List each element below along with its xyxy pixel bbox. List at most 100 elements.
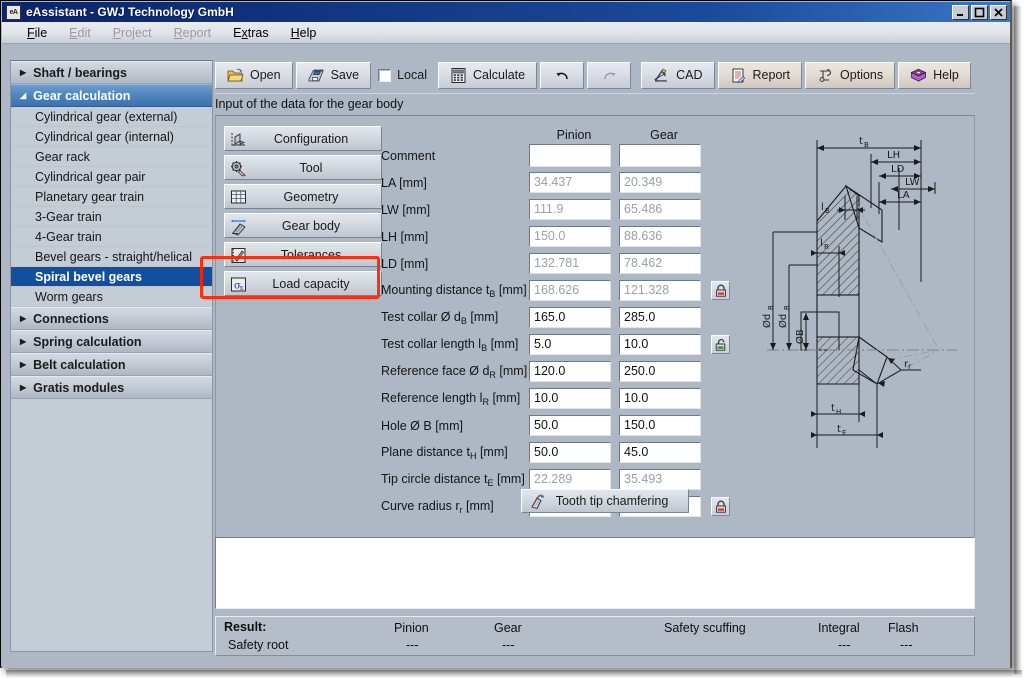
redo-button[interactable] [587,62,631,89]
input-plane-distance-gear[interactable]: 45.0 [619,442,701,463]
input-tip-circle-distance-pinion[interactable]: 22.289 [529,469,611,490]
sidebar-item-worm-gears[interactable]: Worm gears [11,287,212,307]
maximize-button[interactable] [971,5,988,20]
calculate-button[interactable]: Calculate [438,62,537,89]
tab-load-capacity[interactable]: σ x Load capacity [224,271,382,296]
tab-tolerances[interactable]: Tolerances [224,242,382,267]
input-reference-length-pinion[interactable]: 10.0 [529,388,611,409]
menu-report[interactable]: Report [163,24,223,42]
toolbar: Open Save Local [215,60,975,90]
input-reference-face-diameter-pinion[interactable]: 120.0 [529,361,611,382]
sidebar-group-connections[interactable]: ▶ Connections [11,307,212,330]
application-window: eA eAssistant - GWJ Technology GmbH File… [0,0,1012,668]
input-test-collar-diameter-gear[interactable]: 285.0 [619,307,701,328]
local-checkbox[interactable] [378,69,391,82]
tolerances-icon [229,246,248,265]
lock-button-mounting-distance[interactable] [711,281,730,300]
message-output-box[interactable] [215,537,975,609]
input-mounting-distance-pinion[interactable]: 168.626 [529,280,611,301]
svg-text:B: B [767,305,775,310]
input-la-pinion[interactable]: 34.437 [529,172,611,193]
sidebar-item-planetary-gear-train[interactable]: Planetary gear train [11,187,212,207]
sidebar-item-bevel-gears-straight-helical[interactable]: Bevel gears - straight/helical [11,247,212,267]
tab-gear-body[interactable]: Gear body [224,213,382,238]
help-button[interactable]: Help [898,62,971,89]
menu-extras[interactable]: Extras [222,24,279,42]
label-ld: LD [mm] [381,257,529,271]
close-button[interactable] [990,5,1007,20]
report-button[interactable]: Report [718,62,803,89]
sidebar-item-gear-rack[interactable]: Gear rack [11,147,212,167]
input-lw-gear[interactable]: 65.486 [619,199,701,220]
sidebar-group-gear-calculation[interactable]: ◢ Gear calculation [11,84,212,107]
input-hole-diameter-gear[interactable]: 150.0 [619,415,701,436]
svg-text:E: E [842,429,846,437]
input-test-collar-diameter-pinion[interactable]: 165.0 [529,307,611,328]
input-tip-circle-distance-gear[interactable]: 35.493 [619,469,701,490]
chevron-right-icon: ▶ [20,337,26,346]
svg-text:R: R [824,243,829,251]
open-button[interactable]: Open [215,62,293,89]
input-la-gear[interactable]: 20.349 [619,172,701,193]
result-value-integral: --- [838,638,851,652]
sidebar-group-gratis-modules[interactable]: ▶ Gratis modules [11,376,212,399]
cad-button[interactable]: CAD [641,62,714,89]
tab-configuration[interactable]: Configuration [224,126,382,151]
local-checkbox-group[interactable]: Local [374,68,435,82]
input-plane-distance-pinion[interactable]: 50.0 [529,442,611,463]
input-lw-pinion[interactable]: 111.9 [529,199,611,220]
sidebar-item-label: Spiral bevel gears [35,270,142,284]
input-reference-length-gear[interactable]: 10.0 [619,388,701,409]
options-button[interactable]: Options [805,62,895,89]
column-header-gear: Gear [619,128,709,142]
sidebar-item-4-gear-train[interactable]: 4-Gear train [11,227,212,247]
configuration-icon [229,130,248,149]
sidebar-item-label: Planetary gear train [35,190,144,204]
sidebar-item-spiral-bevel-gears[interactable]: Spiral bevel gears [11,267,212,287]
label-test-collar-diameter: Test collar Ø dB [mm] [381,310,529,326]
gear-body-icon [229,217,248,236]
input-lh-gear[interactable]: 88.636 [619,226,701,247]
sidebar-item-label: Cylindrical gear (internal) [35,130,174,144]
floppy-disk-icon [308,67,325,84]
input-test-collar-length-gear[interactable]: 10.0 [619,334,701,355]
input-ld-gear[interactable]: 78.462 [619,253,701,274]
input-comment-gear[interactable] [619,144,701,167]
input-mounting-distance-gear[interactable]: 121.328 [619,280,701,301]
field-grid: Pinion Gear Comment LA [mm] 34.437 20.34… [381,120,741,520]
save-button[interactable]: Save [296,62,372,89]
input-reference-face-diameter-gear[interactable]: 250.0 [619,361,701,382]
row-comment: Comment [381,142,741,169]
options-tools-icon [817,67,834,84]
dim-label-odb: Ød [761,314,773,328]
row-reference-length: Reference length lR [mm] 10.0 10.0 [381,385,741,412]
chevron-right-icon: ▶ [20,360,26,369]
tab-tool[interactable]: Tool [224,155,382,180]
sidebar-group-belt-calculation[interactable]: ▶ Belt calculation [11,353,212,376]
menu-project[interactable]: Project [102,24,163,42]
lock-button-curve-radius[interactable] [711,497,730,516]
undo-button[interactable] [540,62,584,89]
menu-file[interactable]: File [16,24,58,42]
minimize-button[interactable] [952,5,969,20]
input-hole-diameter-pinion[interactable]: 50.0 [529,415,611,436]
tooth-tip-chamfering-icon [529,493,546,510]
tab-label: Gear body [225,219,381,233]
menu-edit[interactable]: Edit [58,24,102,42]
input-comment-pinion[interactable] [529,144,611,167]
sidebar-item-cylindrical-gear-internal[interactable]: Cylindrical gear (internal) [11,127,212,147]
sidebar-item-cylindrical-gear-external[interactable]: Cylindrical gear (external) [11,107,212,127]
label-la: LA [mm] [381,176,529,190]
sidebar-group-shaft-bearings[interactable]: ▶ Shaft / bearings [11,61,212,84]
sidebar-item-cylindrical-gear-pair[interactable]: Cylindrical gear pair [11,167,212,187]
tooth-tip-chamfering-button[interactable]: Tooth tip chamfering [521,489,689,513]
row-mounting-distance: Mounting distance tB [mm] 168.626 121.32… [381,277,741,304]
menu-help[interactable]: Help [280,24,328,42]
sidebar-group-spring-calculation[interactable]: ▶ Spring calculation [11,330,212,353]
tab-geometry[interactable]: Geometry [224,184,382,209]
input-lh-pinion[interactable]: 150.0 [529,226,611,247]
input-ld-pinion[interactable]: 132.781 [529,253,611,274]
input-test-collar-length-pinion[interactable]: 5.0 [529,334,611,355]
lock-button-test-collar-length[interactable] [711,335,730,354]
sidebar-item-3-gear-train[interactable]: 3-Gear train [11,207,212,227]
